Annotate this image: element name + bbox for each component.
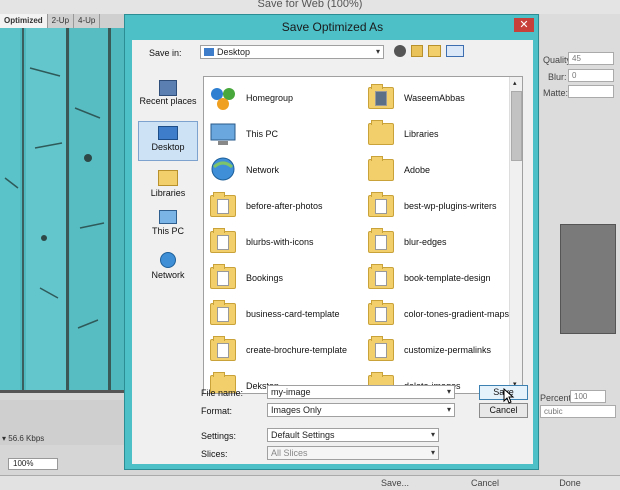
list-item-folder[interactable]: color-tones-gradient-maps <box>364 297 509 331</box>
list-item-homegroup[interactable]: Homegroup <box>206 81 293 115</box>
network-icon <box>206 153 240 187</box>
settings-select[interactable]: Default Settings ▾ <box>267 428 439 442</box>
blur-label: Blur: <box>548 72 567 82</box>
percent-input[interactable]: 100 <box>570 390 606 403</box>
computer-icon <box>159 210 177 224</box>
folder-icon <box>210 192 236 217</box>
color-table-preview <box>560 224 616 334</box>
computer-icon <box>206 117 240 151</box>
scroll-up-icon[interactable]: ▴ <box>513 79 517 87</box>
list-item-folder[interactable]: business-card-template <box>206 297 340 331</box>
chevron-down-icon: ▾ <box>375 47 380 56</box>
folder-icon <box>210 336 236 361</box>
list-item-folder[interactable]: Bookings <box>206 261 283 295</box>
network-icon <box>160 252 176 268</box>
places-bar: Recent places Desktop Libraries This PC … <box>136 78 198 280</box>
place-libraries[interactable]: Libraries <box>138 168 198 204</box>
folder-icon <box>368 264 394 289</box>
view-menu-icon[interactable] <box>446 45 464 57</box>
libraries-icon <box>368 120 394 145</box>
dialog-body: Save in: Desktop ▾ Recent places Desktop… <box>132 40 533 464</box>
close-icon[interactable]: ✕ <box>514 18 534 32</box>
slices-label: Slices: <box>201 449 228 459</box>
folder-icon <box>210 264 236 289</box>
tab-4up[interactable]: 4-Up <box>74 14 101 28</box>
quality-input[interactable]: 45 <box>568 52 614 65</box>
slices-select[interactable]: All Slices ▾ <box>267 446 439 460</box>
list-item-folder[interactable]: book-template-design <box>364 261 491 295</box>
matte-label: Matte: <box>543 88 569 98</box>
format-label: Format: <box>201 406 233 416</box>
list-item-folder[interactable]: before-after-photos <box>206 189 323 223</box>
format-select[interactable]: Images Only ▾ <box>267 403 455 417</box>
tab-optimized[interactable]: Optimized <box>0 14 48 28</box>
window-title: Save for Web (100%) <box>0 0 620 14</box>
chevron-down-icon: ▾ <box>446 387 451 396</box>
matte-select[interactable] <box>568 85 614 98</box>
place-desktop[interactable]: Desktop <box>138 121 198 161</box>
list-item-libraries[interactable]: Libraries <box>364 117 439 151</box>
folder-icon <box>368 336 394 361</box>
folder-icon <box>368 156 394 181</box>
zoom-select[interactable]: 100% <box>8 458 58 470</box>
wood-image-preview <box>0 28 125 390</box>
recent-places-icon <box>159 80 177 96</box>
user-folder-icon <box>368 84 394 109</box>
place-network[interactable]: Network <box>138 250 198 286</box>
folder-icon <box>210 300 236 325</box>
list-item-user-folder[interactable]: WaseemAbbas <box>364 81 465 115</box>
place-this-pc[interactable]: This PC <box>138 208 198 244</box>
save-main-button[interactable]: Save... <box>340 478 450 490</box>
list-item-folder[interactable]: best-wp-plugins-writers <box>364 189 497 223</box>
cancel-main-button[interactable]: Cancel <box>455 478 515 490</box>
place-recent-places[interactable]: Recent places <box>138 78 198 116</box>
chevron-down-icon: ▾ <box>430 448 435 457</box>
percent-label: Percent: <box>540 393 574 403</box>
folder-icon <box>368 300 394 325</box>
file-name-input[interactable]: my-image ▾ <box>267 385 455 399</box>
file-list: Homegroup This PC Network before-after-p… <box>203 76 523 394</box>
up-folder-icon[interactable] <box>411 45 423 57</box>
chevron-down-icon: ▾ <box>430 430 435 439</box>
list-item-folder[interactable]: Adobe <box>364 153 430 187</box>
resample-select[interactable]: cubic <box>540 405 616 418</box>
homegroup-icon <box>206 81 240 115</box>
bottom-bar <box>0 475 620 490</box>
list-scrollbar[interactable]: ▴ ▾ <box>509 77 522 393</box>
view-tabs: Optimized 2-Up 4-Up <box>0 14 125 28</box>
chevron-down-icon: ▾ <box>446 405 451 414</box>
folder-icon <box>368 192 394 217</box>
dialog-title: Save Optimized As <box>281 20 384 34</box>
list-item-folder[interactable]: create-brochure-template <box>206 333 347 367</box>
list-item-network[interactable]: Network <box>206 153 279 187</box>
save-in-select[interactable]: Desktop ▾ <box>200 45 384 59</box>
desktop-icon <box>158 126 178 140</box>
save-dialog: Save Optimized As ✕ Save in: Desktop ▾ R… <box>124 14 539 470</box>
save-in-label: Save in: <box>149 48 182 58</box>
settings-label: Settings: <box>201 431 237 441</box>
desktop-icon <box>204 48 214 56</box>
list-item-folder[interactable]: customize-permalinks <box>364 333 491 367</box>
download-speed: ▾ 56.6 Kbps <box>2 434 45 443</box>
list-item-folder[interactable]: blurbs-with-icons <box>206 225 314 259</box>
tab-2up[interactable]: 2-Up <box>48 14 75 28</box>
folder-icon <box>210 228 236 253</box>
list-item-folder[interactable]: blur-edges <box>364 225 447 259</box>
cancel-button[interactable]: Cancel <box>479 403 528 418</box>
folder-icon <box>368 228 394 253</box>
back-icon[interactable] <box>394 45 406 57</box>
file-name-label: File name: <box>201 388 244 398</box>
libraries-icon <box>158 170 178 186</box>
scrollbar-thumb[interactable] <box>511 91 522 161</box>
new-folder-icon[interactable] <box>428 45 441 57</box>
done-main-button[interactable]: Done <box>535 478 605 490</box>
blur-input[interactable]: 0 <box>568 69 614 82</box>
cursor-icon <box>503 388 515 404</box>
list-item-this-pc[interactable]: This PC <box>206 117 278 151</box>
